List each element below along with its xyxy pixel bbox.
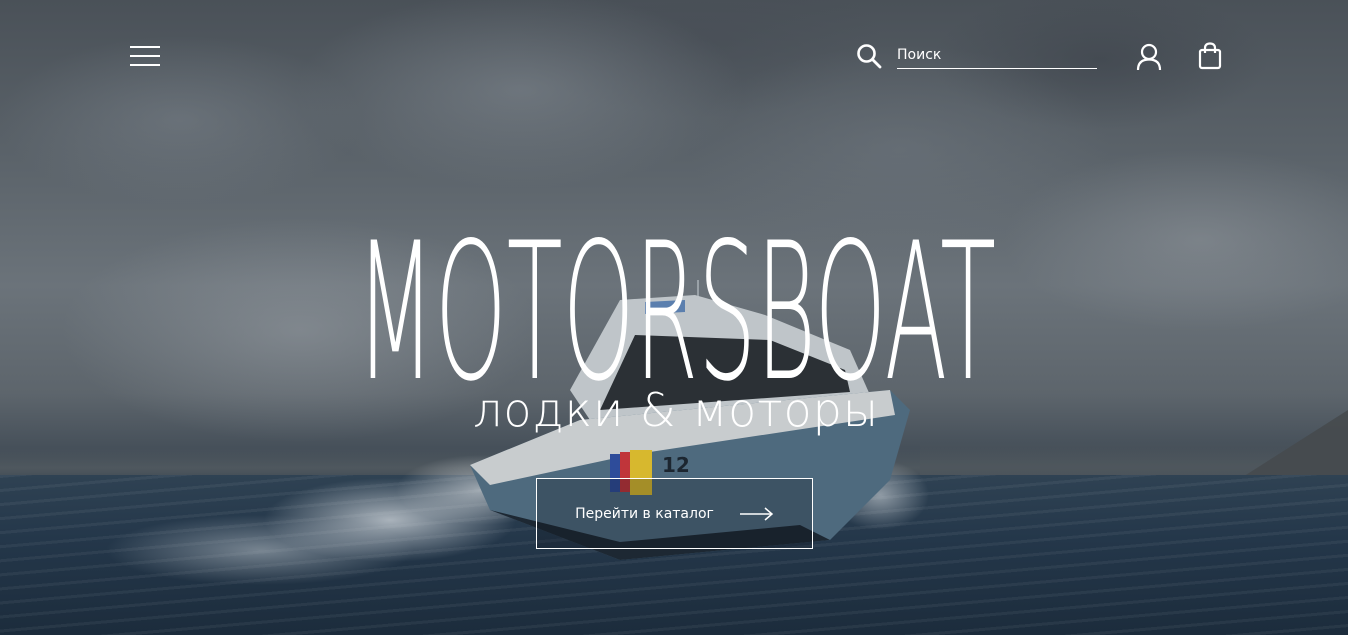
hero-subtitle: лодки & моторы <box>472 383 880 437</box>
hero-section: 12 MOTORSBOAT лодки & моторы <box>0 0 1348 635</box>
brand-title-text: MOTORSBOAT <box>356 228 996 388</box>
search-input[interactable] <box>897 44 1093 66</box>
search-field <box>897 44 1097 69</box>
catalog-button[interactable]: Перейти в каталог <box>536 478 813 549</box>
shopping-bag-icon[interactable] <box>1198 42 1222 70</box>
catalog-button-label: Перейти в каталог <box>575 505 714 522</box>
user-icon[interactable] <box>1136 43 1162 71</box>
arrow-right-icon <box>739 506 774 521</box>
hamburger-menu-icon[interactable] <box>130 46 160 66</box>
site-header <box>0 0 1348 110</box>
brand-title: MOTORSBOAT <box>354 202 998 423</box>
distant-hill <box>1238 410 1348 480</box>
search-icon[interactable] <box>856 43 882 69</box>
hull-number: 12 <box>662 453 690 477</box>
